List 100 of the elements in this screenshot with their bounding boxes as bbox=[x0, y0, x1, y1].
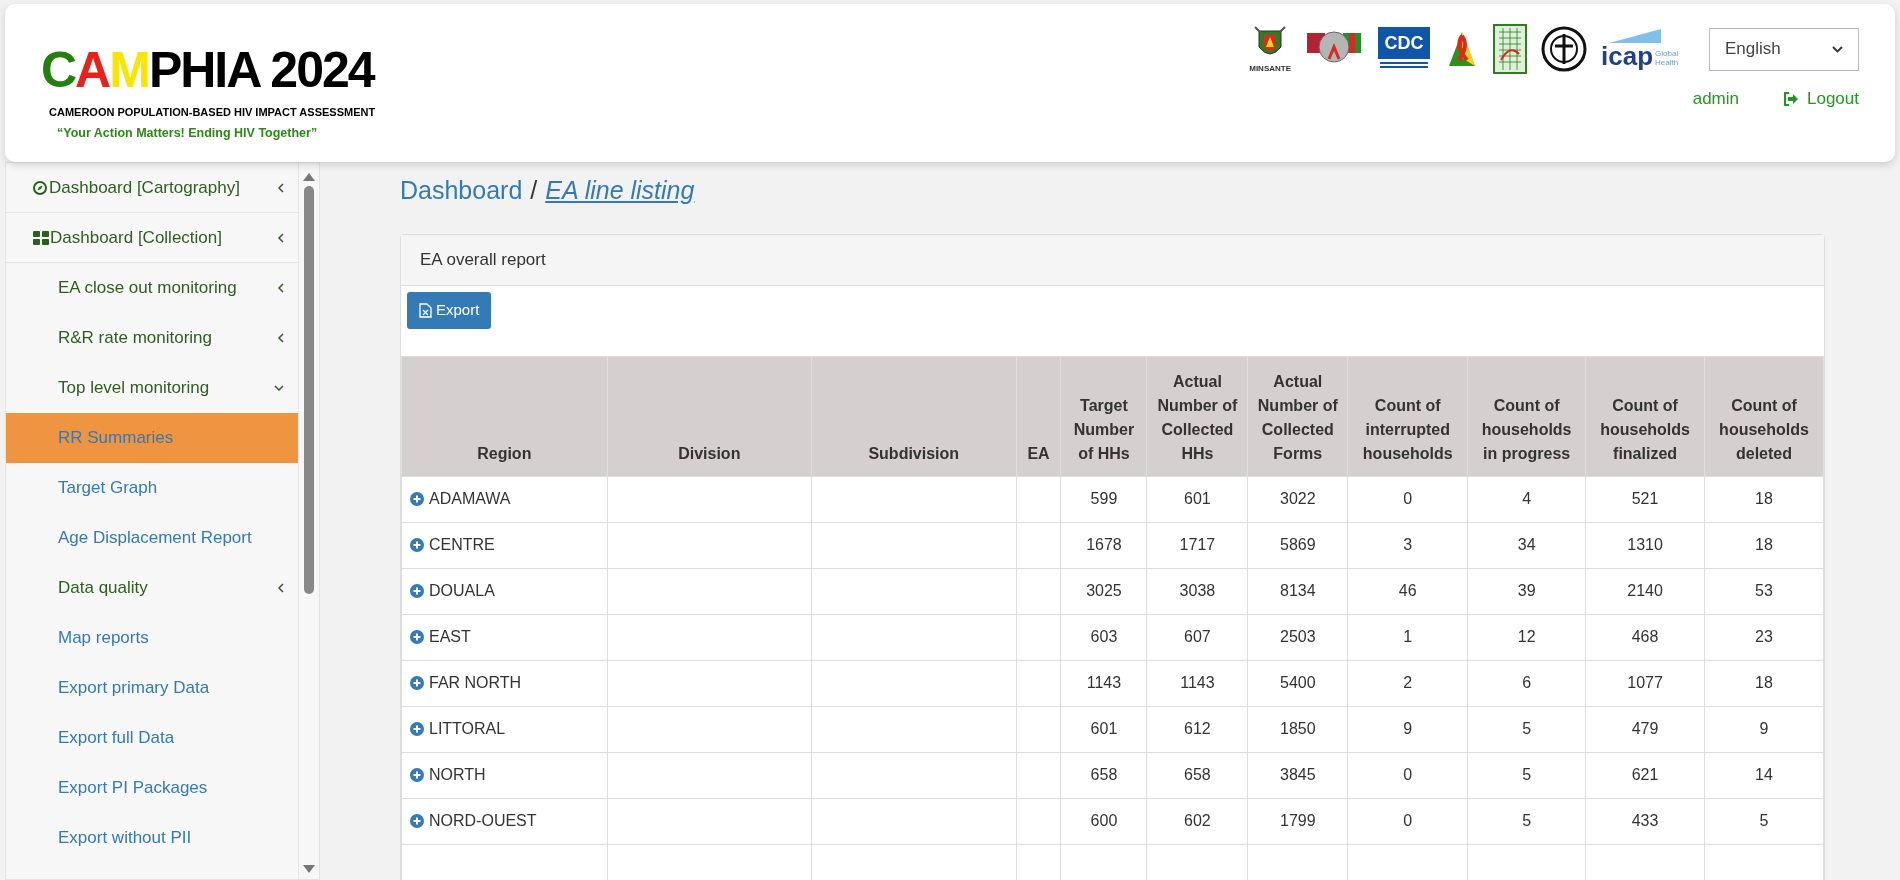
table-cell: 521 bbox=[1585, 476, 1705, 522]
sidebar-item[interactable]: Export primary Data bbox=[6, 663, 299, 713]
export-button[interactable]: Export bbox=[407, 291, 492, 329]
expand-plus-icon[interactable] bbox=[410, 538, 424, 552]
sidebar-item[interactable]: Age Displacement Report bbox=[6, 513, 299, 563]
expand-plus-icon[interactable] bbox=[410, 492, 424, 506]
camphia-logo-title: CAMPHIA 2024 bbox=[41, 41, 374, 100]
table-cell: 1 bbox=[1347, 614, 1468, 660]
chevron-down-icon bbox=[274, 384, 285, 392]
table-cell: 601 bbox=[1146, 476, 1248, 522]
table-cell: 5 bbox=[1467, 752, 1586, 798]
table-cell: 18 bbox=[1704, 522, 1824, 568]
grid-icon bbox=[33, 230, 49, 245]
table-cell: 18 bbox=[1704, 660, 1824, 706]
sidebar-item[interactable]: Export full Data bbox=[6, 713, 299, 763]
excel-file-icon bbox=[419, 302, 432, 318]
table-cell: 1850 bbox=[1247, 706, 1348, 752]
chevron-left-icon bbox=[277, 283, 285, 293]
sidebar-item[interactable]: Export PI Packages bbox=[6, 763, 299, 813]
table-cell: 9 bbox=[1347, 706, 1468, 752]
column-header: Count of interrupted households bbox=[1347, 356, 1468, 476]
caret-icon bbox=[1832, 45, 1843, 53]
table-cell: 602 bbox=[1146, 798, 1248, 844]
expand-plus-icon[interactable] bbox=[410, 814, 424, 828]
table-cell: 468 bbox=[1585, 614, 1705, 660]
column-header: Region bbox=[401, 356, 608, 476]
table-cell: 658 bbox=[1146, 752, 1248, 798]
table-cell: 1678 bbox=[1061, 522, 1147, 568]
chevron-left-icon bbox=[277, 333, 285, 343]
table-cell: 3038 bbox=[1146, 568, 1248, 614]
table-cell: 621 bbox=[1585, 752, 1705, 798]
region-name: EAST bbox=[429, 627, 471, 647]
region-name: NORD-OUEST bbox=[429, 811, 537, 831]
column-header: Target Number of HHs bbox=[1061, 356, 1147, 476]
scrollbar-thumb[interactable] bbox=[304, 186, 315, 594]
table-cell: 479 bbox=[1585, 706, 1705, 752]
chevron-left-icon bbox=[277, 583, 285, 593]
table-cell: 607 bbox=[1146, 614, 1248, 660]
table-cell bbox=[1016, 706, 1061, 752]
chevron-left-icon bbox=[277, 182, 285, 193]
table-cell: 600 bbox=[1061, 798, 1147, 844]
table-cell: 4 bbox=[1467, 476, 1586, 522]
sidebar-item[interactable]: Data quality bbox=[6, 563, 299, 613]
sidebar-item[interactable]: EA close out monitoring bbox=[6, 263, 299, 313]
user-link[interactable]: admin bbox=[1692, 86, 1739, 112]
expand-plus-icon[interactable] bbox=[410, 722, 424, 736]
table-cell: 3022 bbox=[1247, 476, 1348, 522]
sidebar-item[interactable]: Export without PII bbox=[6, 813, 299, 863]
table-cell: 0 bbox=[1347, 752, 1468, 798]
expand-plus-icon[interactable] bbox=[410, 630, 424, 644]
table-cell: 3 bbox=[1347, 522, 1468, 568]
table-cell: 599 bbox=[1061, 476, 1147, 522]
column-header: Subdivision bbox=[811, 356, 1017, 476]
expand-plus-icon[interactable] bbox=[410, 584, 424, 598]
table-cell: 23 bbox=[1704, 614, 1824, 660]
sidebar-item[interactable]: R&R rate monitoring bbox=[6, 313, 299, 363]
cdc-logo: CDC bbox=[1377, 27, 1431, 71]
scroll-down-icon[interactable] bbox=[303, 865, 316, 873]
logout-link[interactable]: Logout bbox=[1783, 86, 1859, 112]
expand-plus-icon[interactable] bbox=[410, 768, 424, 782]
region-name: DOUALA bbox=[429, 581, 495, 601]
panel-title: EA overall report bbox=[420, 248, 546, 271]
logo-caption: MINSANTE bbox=[1249, 65, 1291, 73]
table-cell: 14 bbox=[1704, 752, 1824, 798]
sidebar-item[interactable]: Map reports bbox=[6, 613, 299, 663]
table-cell: 1077 bbox=[1585, 660, 1705, 706]
table-cell: 433 bbox=[1585, 798, 1705, 844]
chevron-left-icon bbox=[277, 232, 285, 243]
sidebar-item[interactable]: Top level monitoring bbox=[6, 363, 299, 413]
table-cell: 2 bbox=[1347, 660, 1468, 706]
table-cell: 1143 bbox=[1061, 660, 1147, 706]
table-cell: 0 bbox=[1347, 798, 1468, 844]
table-cell: 1310 bbox=[1585, 522, 1705, 568]
region-name: CENTRE bbox=[429, 535, 495, 555]
region-name: LITTORAL bbox=[429, 719, 506, 739]
table-cell: 9 bbox=[1704, 706, 1824, 752]
table-cell: 39 bbox=[1467, 568, 1586, 614]
table-cell: 603 bbox=[1061, 614, 1147, 660]
table-cell: 8134 bbox=[1247, 568, 1348, 614]
table-cell: 658 bbox=[1061, 752, 1147, 798]
logo-tagline: “Your Action Matters! Ending HIV Together” bbox=[56, 124, 318, 142]
language-select[interactable]: English bbox=[1709, 27, 1859, 71]
expand-plus-icon[interactable] bbox=[410, 676, 424, 690]
breadcrumb-separator: / bbox=[530, 175, 538, 206]
table-cell: 1143 bbox=[1146, 660, 1248, 706]
sidebar-item[interactable]: Dashboard [Cartography] bbox=[6, 163, 299, 213]
table-cell: 5 bbox=[1704, 798, 1824, 844]
scroll-up-icon[interactable] bbox=[303, 173, 316, 181]
table-cell bbox=[1016, 522, 1061, 568]
sidebar-item[interactable]: Target Graph bbox=[6, 463, 299, 513]
table-cell bbox=[1016, 476, 1061, 522]
sidebar-item[interactable]: Dashboard [Collection] bbox=[6, 213, 299, 263]
table-cell: 12 bbox=[1467, 614, 1586, 660]
table-cell bbox=[1016, 614, 1061, 660]
breadcrumb-link[interactable]: Dashboard bbox=[400, 172, 523, 210]
column-header: Count of households in progress bbox=[1467, 356, 1586, 476]
table-cell: 2503 bbox=[1247, 614, 1348, 660]
table-cell: 5 bbox=[1467, 706, 1586, 752]
breadcrumb-current[interactable]: EA line listing bbox=[545, 172, 695, 210]
table-cell: 5 bbox=[1467, 798, 1586, 844]
